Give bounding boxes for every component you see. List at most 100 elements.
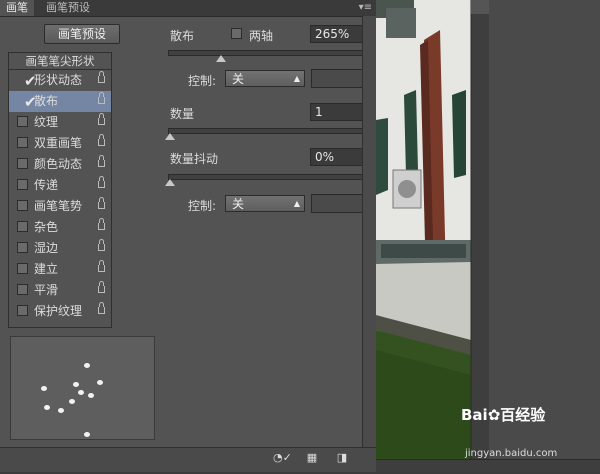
setting-label: 纹理 — [34, 115, 59, 129]
lock-icon[interactable] — [98, 302, 105, 314]
setting-checkbox[interactable] — [17, 284, 28, 295]
count-jitter-slider-thumb[interactable] — [165, 179, 175, 186]
setting-checkbox[interactable] — [17, 158, 28, 169]
count-jitter-value-field[interactable]: 0% — [310, 148, 368, 166]
setting-checkbox[interactable] — [17, 305, 28, 316]
count-jitter-label: 数量抖动 — [170, 152, 219, 166]
lock-icon[interactable] — [98, 92, 105, 104]
preview-dot — [41, 386, 47, 391]
preview-dot — [88, 393, 94, 398]
lock-icon[interactable] — [98, 197, 105, 209]
brush-setting-item[interactable]: ✔ 散布 — [9, 91, 111, 112]
setting-label: 保护纹理 — [34, 304, 83, 318]
brush-setting-item[interactable]: 保护纹理 — [9, 301, 111, 322]
count-slider-thumb[interactable] — [165, 133, 175, 140]
panel-bottom-bar: ◔✓ ▦ ◨ — [0, 447, 376, 472]
count-jitter-control-value: 关 — [232, 197, 245, 211]
setting-checkbox[interactable] — [17, 242, 28, 253]
scatter-control-select[interactable]: 关 ▲ — [225, 70, 305, 87]
brush-setting-item[interactable]: 画笔笔势 — [9, 196, 111, 217]
setting-label: 平滑 — [34, 283, 59, 297]
scatter-slider[interactable] — [168, 50, 370, 62]
setting-checkbox[interactable] — [17, 200, 28, 211]
panel-tabbar: 画笔 画笔预设 ▾≡ — [0, 0, 376, 17]
count-label: 数量 — [170, 107, 195, 121]
setting-checkbox[interactable] — [17, 116, 28, 127]
brush-setting-item[interactable]: 湿边 — [9, 238, 111, 259]
count-jitter-slider[interactable] — [165, 174, 370, 186]
setting-checkbox[interactable]: ✔ — [17, 93, 37, 111]
setting-checkbox[interactable]: ✔ — [17, 72, 37, 90]
scroll-up-arrow-icon[interactable] — [471, 0, 489, 14]
brush-setting-item[interactable]: 杂色 — [9, 217, 111, 238]
lock-icon[interactable] — [98, 218, 105, 230]
horizontal-scrollbar[interactable] — [376, 459, 600, 472]
watermark-url: jingyan.baidu.com — [465, 448, 558, 459]
count-jitter-control-select[interactable]: 关 ▲ — [225, 195, 305, 212]
brush-grid-icon[interactable]: ▦ — [306, 452, 318, 464]
brush-setting-item[interactable]: 纹理 — [9, 112, 111, 133]
count-slider[interactable] — [165, 128, 370, 140]
chevron-updown-icon: ▲ — [293, 74, 300, 83]
lock-icon[interactable] — [98, 134, 105, 146]
document-canvas[interactable] — [376, 0, 600, 471]
setting-checkbox[interactable] — [17, 179, 28, 190]
toggle-live-tip-icon[interactable]: ◔✓ — [273, 452, 292, 464]
scatter-control-extra-field — [311, 69, 368, 88]
panel-scrollbar[interactable] — [362, 16, 377, 447]
new-brush-icon[interactable]: ◨ — [336, 452, 348, 464]
building-photo — [376, 0, 600, 471]
setting-label: 湿边 — [34, 241, 59, 255]
both-axes-label: 两轴 — [249, 29, 274, 43]
setting-label: 散布 — [34, 94, 59, 108]
scatter-slider-thumb[interactable] — [216, 55, 226, 62]
lock-icon[interactable] — [98, 281, 105, 293]
preview-dot — [58, 408, 64, 413]
brush-stroke-preview — [10, 336, 155, 440]
setting-label: 双重画笔 — [34, 136, 83, 150]
chevron-updown-icon: ▲ — [293, 199, 300, 208]
setting-label: 画笔笔势 — [34, 199, 83, 213]
count-jitter-control-label: 控制: — [188, 199, 217, 213]
setting-checkbox[interactable] — [17, 263, 28, 274]
scatter-value-field[interactable]: 265% — [310, 25, 368, 43]
preview-dot — [78, 390, 84, 395]
both-axes-checkbox[interactable] — [231, 28, 242, 39]
tab-brush[interactable]: 画笔 — [0, 0, 34, 16]
lock-icon[interactable] — [98, 239, 105, 251]
lock-icon[interactable] — [98, 71, 105, 83]
setting-label: 杂色 — [34, 220, 59, 234]
brush-setting-item[interactable]: 传递 — [9, 175, 111, 196]
count-jitter-control-extra-field — [311, 194, 368, 213]
scatter-label: 散布 — [170, 29, 195, 43]
setting-label: 建立 — [34, 262, 59, 276]
brush-presets-button[interactable]: 画笔预设 — [44, 24, 120, 44]
brush-setting-item[interactable]: 颜色动态 — [9, 154, 111, 175]
lock-icon[interactable] — [98, 176, 105, 188]
brush-setting-item[interactable]: ✔ 形状动态 — [9, 70, 111, 91]
preview-dot — [44, 405, 50, 410]
lock-icon[interactable] — [98, 155, 105, 167]
brush-tip-shape-item[interactable]: 画笔笔尖形状 — [9, 53, 111, 70]
watermark-brand: Bai✿百经验 — [461, 406, 546, 424]
brush-panel: 画笔 画笔预设 ▾≡ 画笔预设 画笔笔尖形状 ✔ 形状动态 ✔ 散布 纹理 双重画笔 颜色动… — [0, 0, 377, 472]
count-value-field[interactable]: 1 — [310, 103, 368, 121]
tab-brush-presets[interactable]: 画笔预设 — [40, 0, 96, 16]
lock-icon[interactable] — [98, 113, 105, 125]
scatter-control-value: 关 — [232, 72, 245, 86]
setting-label: 颜色动态 — [34, 157, 83, 171]
setting-checkbox[interactable] — [17, 137, 28, 148]
brush-setting-item[interactable]: 建立 — [9, 259, 111, 280]
preview-dot — [97, 380, 103, 385]
scatter-control-label: 控制: — [188, 74, 217, 88]
setting-label: 形状动态 — [34, 73, 83, 87]
brush-setting-item[interactable]: 平滑 — [9, 280, 111, 301]
setting-label: 传递 — [34, 178, 59, 192]
brush-settings-list: 画笔笔尖形状 ✔ 形状动态 ✔ 散布 纹理 双重画笔 颜色动态 传递 画笔笔势 杂色 湿边 建立 平滑保… — [8, 52, 112, 328]
panel-menu-icon[interactable]: ▾≡ — [359, 0, 372, 16]
preview-dot — [73, 382, 79, 387]
brush-setting-item[interactable]: 双重画笔 — [9, 133, 111, 154]
lock-icon[interactable] — [98, 260, 105, 272]
setting-checkbox[interactable] — [17, 221, 28, 232]
preview-dot — [69, 399, 75, 404]
